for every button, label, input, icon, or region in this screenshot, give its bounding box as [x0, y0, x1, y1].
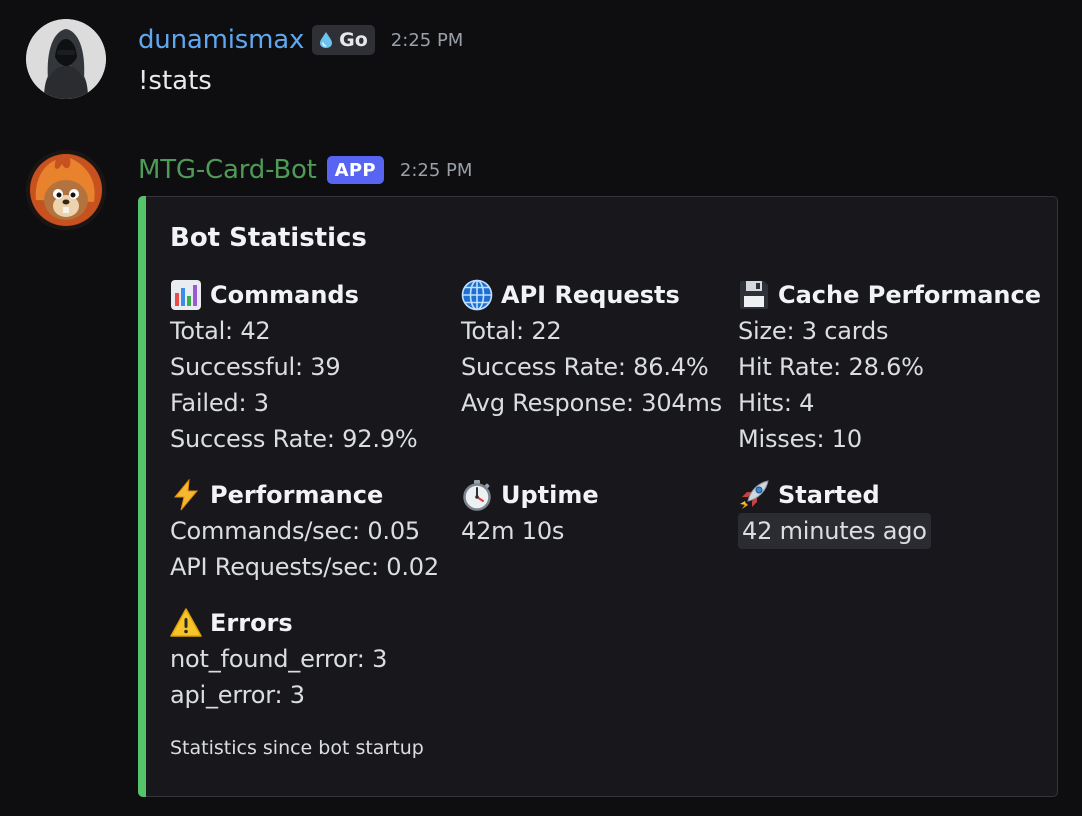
field-uptime: Uptime 42m 10s: [461, 477, 599, 549]
field-cache-performance-label: Cache Performance: [778, 281, 1042, 309]
field-errors-line: api_error: 3: [170, 681, 305, 709]
field-performance: Performance Commands/sec: 0.05 API Reque…: [170, 477, 439, 585]
embed-footer: Statistics since bot startup: [170, 737, 424, 759]
field-api-requests-label: API Requests: [501, 281, 680, 309]
field-api-requests-name: API Requests: [461, 277, 722, 313]
field-cache-performance-line: Hits: 4: [738, 389, 815, 417]
field-commands-line: Successful: 39: [170, 353, 341, 381]
field-performance-line: Commands/sec: 0.05: [170, 517, 420, 545]
field-api-requests-line: Total: 22: [461, 317, 562, 345]
bot-message-header: MTG-Card-Bot APP 2:25 PM: [138, 154, 472, 186]
field-cache-performance-line: Misses: 10: [738, 425, 862, 453]
field-uptime-name: Uptime: [461, 477, 599, 513]
field-cache-performance: Cache Performance Size: 3 cards Hit Rate…: [738, 277, 1041, 457]
stats-embed: Bot Statistics Commands Total: 42 Succes…: [138, 196, 1058, 797]
bot-avatar[interactable]: [26, 150, 106, 230]
field-commands: Commands Total: 42 Successful: 39 Failed…: [170, 277, 418, 457]
field-api-requests-line: Avg Response: 304ms: [461, 389, 722, 417]
field-errors-line: not_found_error: 3: [170, 645, 388, 673]
field-commands-line: Failed: 3: [170, 389, 269, 417]
field-uptime-line: 42m 10s: [461, 517, 565, 545]
floppy-disk-icon: [738, 279, 770, 311]
rocket-icon: [738, 479, 770, 511]
field-api-requests: API Requests Total: 22 Success Rate: 86.…: [461, 277, 722, 421]
field-started-label: Started: [778, 481, 880, 509]
globe-icon: [461, 279, 493, 311]
embed-title: Bot Statistics: [170, 223, 367, 253]
lightning-icon: [170, 479, 202, 511]
relative-timestamp[interactable]: 42 minutes ago: [738, 513, 931, 549]
app-badge: APP: [326, 156, 384, 184]
field-started-name: Started: [738, 477, 931, 513]
field-api-requests-line: Success Rate: 86.4%: [461, 353, 709, 381]
field-commands-name: Commands: [170, 277, 417, 313]
field-errors-name: Errors: [170, 605, 387, 641]
field-uptime-label: Uptime: [501, 481, 599, 509]
user-message-header: dunamismax Go 2:25 PM: [138, 24, 463, 56]
hooded-figure-icon: [26, 19, 106, 99]
field-commands-line: Total: 42: [170, 317, 271, 345]
field-performance-line: API Requests/sec: 0.02: [170, 553, 439, 581]
user-message-timestamp: 2:25 PM: [390, 29, 464, 51]
bot-message-timestamp: 2:25 PM: [399, 159, 473, 181]
embed-accent-bar: [138, 196, 146, 797]
bar-chart-icon: [170, 279, 202, 311]
field-commands-line: Success Rate: 92.9%: [170, 425, 418, 453]
field-cache-performance-line: Size: 3 cards: [738, 317, 889, 345]
field-cache-performance-line: Hit Rate: 28.6%: [738, 353, 924, 381]
field-started: Started 42 minutes ago: [738, 477, 931, 549]
water-drop-icon: [320, 32, 333, 48]
field-performance-label: Performance: [210, 481, 384, 509]
warning-icon: [170, 607, 202, 639]
user-username[interactable]: dunamismax: [138, 25, 304, 55]
bot-username[interactable]: MTG-Card-Bot: [138, 155, 317, 185]
user-message: dunamismax Go 2:25 PM !stats: [0, 0, 1082, 120]
user-message-content: !stats: [138, 66, 212, 96]
field-cache-performance-name: Cache Performance: [738, 277, 1041, 313]
fire-creature-icon: [26, 150, 106, 230]
stopwatch-icon: [461, 479, 493, 511]
field-commands-label: Commands: [210, 281, 359, 309]
field-errors: Errors not_found_error: 3 api_error: 3: [170, 605, 387, 713]
guild-tag-label: Go: [339, 29, 368, 51]
user-avatar[interactable]: [26, 19, 106, 99]
field-performance-name: Performance: [170, 477, 439, 513]
field-started-line: 42 minutes ago: [738, 513, 931, 549]
field-errors-label: Errors: [210, 609, 293, 637]
guild-tag[interactable]: Go: [312, 25, 375, 55]
